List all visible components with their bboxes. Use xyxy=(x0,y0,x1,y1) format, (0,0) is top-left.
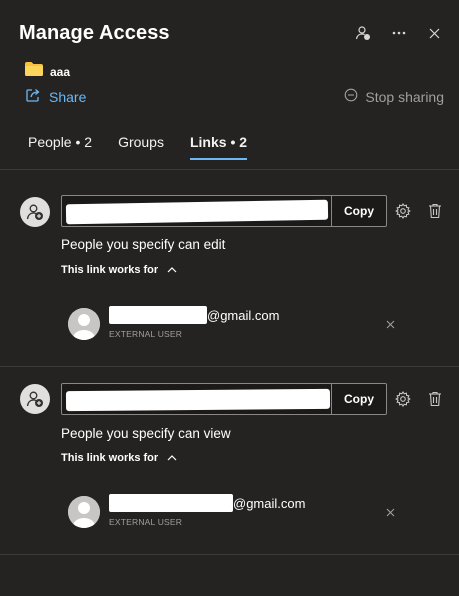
share-button[interactable]: Share xyxy=(26,88,86,105)
manage-permissions-icon[interactable] xyxy=(352,22,374,44)
works-for-toggle[interactable]: This link works for xyxy=(61,452,177,464)
stop-sharing-button[interactable]: Stop sharing xyxy=(344,88,444,105)
remove-user-close-icon[interactable] xyxy=(383,317,397,331)
link-avatar xyxy=(20,197,50,227)
link-url-field[interactable] xyxy=(62,384,332,414)
link-permission-text: People you specify can edit xyxy=(61,237,226,252)
works-for-toggle[interactable]: This link works for xyxy=(61,264,177,276)
link-avatar xyxy=(20,384,50,414)
works-for-label: This link works for xyxy=(61,264,159,276)
copy-link-button[interactable]: Copy xyxy=(332,384,386,414)
share-label: Share xyxy=(49,88,87,105)
more-options-icon[interactable] xyxy=(388,22,410,44)
avatar xyxy=(68,308,100,340)
redacted-url xyxy=(65,388,331,412)
item-name: aaa xyxy=(50,64,71,79)
tab-groups[interactable]: Groups xyxy=(118,134,164,160)
delete-link-trash-icon[interactable] xyxy=(424,200,446,222)
redacted-email xyxy=(109,306,207,324)
link-settings-gear-icon[interactable] xyxy=(392,200,414,222)
works-for-label: This link works for xyxy=(61,452,159,464)
tab-links[interactable]: Links • 2 xyxy=(189,134,248,160)
folder-icon xyxy=(25,62,43,81)
avatar xyxy=(68,496,100,528)
tab-bar: People • 2 Groups Links • 2 xyxy=(28,134,273,160)
link-url-field[interactable] xyxy=(62,196,332,226)
remove-user-close-icon[interactable] xyxy=(383,505,397,519)
panel-title: Manage Access xyxy=(19,22,170,44)
delete-link-trash-icon[interactable] xyxy=(424,388,446,410)
chevron-up-icon xyxy=(167,264,177,276)
link-permission-text: People you specify can view xyxy=(61,426,231,441)
item-info: aaa xyxy=(25,62,70,81)
link-url-box: Copy xyxy=(61,195,387,227)
chevron-up-icon xyxy=(167,452,177,464)
stop-sharing-label: Stop sharing xyxy=(365,88,444,105)
copy-link-button[interactable]: Copy xyxy=(332,196,386,226)
stop-icon xyxy=(344,88,358,105)
link-settings-gear-icon[interactable] xyxy=(392,388,414,410)
entry-divider xyxy=(0,554,459,555)
user-email: @gmail.com xyxy=(109,494,305,512)
email-domain: @gmail.com xyxy=(233,495,306,511)
tab-people[interactable]: People • 2 xyxy=(28,134,92,160)
tabs-divider xyxy=(0,169,459,170)
email-domain: @gmail.com xyxy=(207,307,280,323)
entry-divider xyxy=(0,366,459,367)
link-url-box: Copy xyxy=(61,383,387,415)
user-role: EXTERNAL USER xyxy=(109,329,183,339)
redacted-url xyxy=(65,199,329,225)
redacted-email xyxy=(109,494,233,512)
close-icon[interactable] xyxy=(423,22,445,44)
user-role: EXTERNAL USER xyxy=(109,517,183,527)
user-email: @gmail.com xyxy=(109,306,279,324)
share-icon xyxy=(26,88,41,105)
